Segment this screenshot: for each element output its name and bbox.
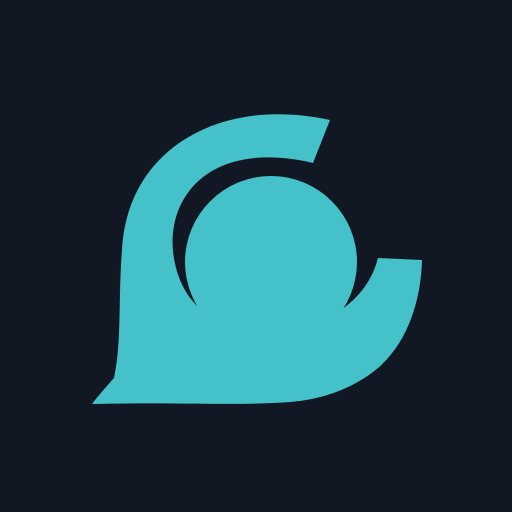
center-circle	[185, 176, 357, 348]
app-logo	[0, 0, 512, 512]
app-icon	[0, 0, 512, 512]
